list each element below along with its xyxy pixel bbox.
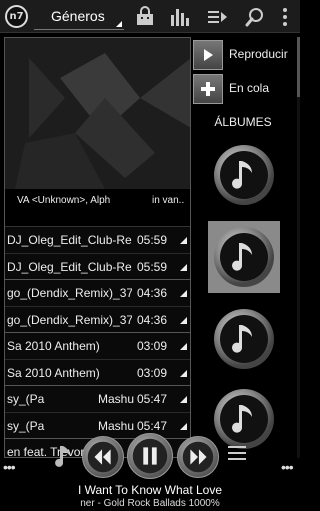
track-title: Sa 2010 Anthem) [7,339,100,353]
play-label[interactable]: Reproducir [229,47,288,61]
track-duration: 04:36 [137,286,168,300]
queue-label[interactable]: En cola [229,81,269,95]
next-button[interactable] [177,436,219,478]
track-duration: 05:59 [137,259,168,274]
track-menu-icon[interactable] [180,263,187,271]
track-row[interactable]: go_(Dendix_Remix)_377 04:36 [5,307,190,333]
track-duration: 04:36 [137,312,168,327]
genre-dropdown-label: Géneros [51,8,105,24]
track-row[interactable]: Sa 2010 Anthem) 03:09 [5,333,190,360]
track-row[interactable]: sy_(Pa Mashu 05:47 [5,386,190,413]
app-logo-icon[interactable]: n7 [5,5,28,28]
shop-bag-icon[interactable] [134,6,156,28]
song-album-line: ner - Gold Rock Ballads 1000% [80,498,220,509]
track-menu-icon[interactable] [180,237,187,244]
playlist-menu-icon[interactable] [228,446,246,462]
album-art[interactable] [5,38,190,189]
song-title: I Want To Know What Love [77,483,223,497]
track-row[interactable]: DJ_Oleg_Edit_Club-Remix 05:59 [5,254,190,280]
albums-scrollbar[interactable] [297,37,300,458]
track-title: Sa 2010 Anthem) [7,365,100,380]
track-duration: 05:47 [137,418,168,433]
track-list: DJ_Oleg_Edit_Club-Remix 05:59 DJ_Oleg_Ed… [5,227,190,457]
track-menu-icon[interactable] [180,290,187,297]
track-menu-icon[interactable] [180,316,187,324]
track-row[interactable]: go_(Dendix_Remix)_377 04:36 [5,280,190,307]
track-menu-icon[interactable] [180,369,187,377]
album-detail-pane: VA <Unknown>, Alph in van.. DJ_Oleg_Edit… [4,37,191,458]
track-menu-icon[interactable] [180,422,187,430]
top-bar: n7 Géneros [0,0,300,33]
music-note-icon[interactable] [52,444,74,470]
genre-dropdown[interactable]: Géneros [34,3,124,30]
previous-button[interactable] [82,436,124,478]
track-artist: Mashu [98,392,135,406]
album-info: VA <Unknown>, Alph in van.. [5,189,190,227]
equalizer-icon[interactable] [168,6,190,28]
track-title: go_(Dendix_Remix)_377 [7,286,132,300]
track-duration: 03:09 [137,365,168,380]
track-title: DJ_Oleg_Edit_Club-Remix [7,233,132,247]
album-thumb-selected[interactable] [208,221,280,293]
album-info-right-text: in van.. [152,195,185,206]
track-duration: 03:09 [137,339,168,353]
player-bar: ••• ••• I Want To Know What Love ner - G… [0,433,300,511]
pause-button[interactable] [127,433,173,479]
queue-play-icon[interactable] [206,6,228,28]
left-more-dots[interactable]: ••• [3,459,16,475]
albums-pane: Reproducir En cola ÁLBUMES [191,37,300,458]
track-title: go_(Dendix_Remix)_377 [7,312,132,327]
track-duration: 05:59 [137,233,168,247]
track-title: DJ_Oleg_Edit_Club-Remix [7,259,132,274]
overflow-menu-icon[interactable] [274,6,296,28]
add-to-queue-button[interactable] [193,74,223,104]
track-row[interactable]: Sa 2010 Anthem) 03:09 [5,360,190,386]
album-thumb[interactable] [208,139,280,211]
track-duration: 05:47 [137,392,168,406]
track-artist: Mashu [98,418,135,433]
album-thumb[interactable] [208,303,280,375]
track-menu-icon[interactable] [180,396,187,403]
search-icon[interactable] [244,6,266,28]
album-artist-text: VA <Unknown>, Alph [17,195,111,206]
albums-scroll-thumb[interactable] [297,37,300,97]
album-thumb[interactable] [208,383,280,455]
dropdown-corner-icon [116,21,122,27]
albums-header: ÁLBUMES [214,115,272,129]
track-menu-icon[interactable] [180,343,187,350]
track-row[interactable]: DJ_Oleg_Edit_Club-Remix 05:59 [5,227,190,254]
right-more-dots[interactable]: ••• [281,459,294,475]
play-button[interactable] [193,40,223,70]
